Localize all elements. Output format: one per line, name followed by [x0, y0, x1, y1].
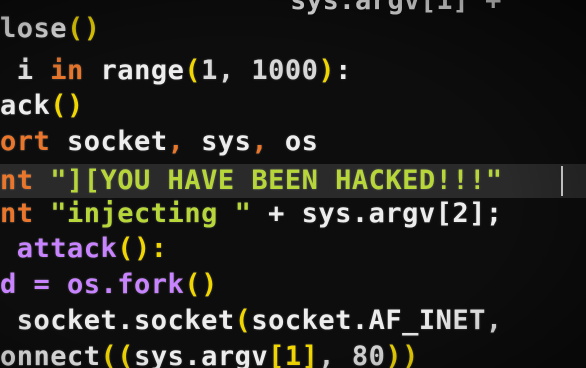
text-cursor — [561, 166, 563, 196]
code-token: ) — [318, 55, 336, 86]
code-token: "injecting " — [33, 198, 252, 229]
code-token: ack — [0, 90, 51, 121]
code-line[interactable]: ort socket, sys, os — [0, 125, 586, 159]
code-token: , 80 — [318, 341, 386, 368]
code-token: , — [251, 126, 269, 157]
code-token: nt — [0, 198, 34, 229]
code-token: (): — [117, 233, 168, 264]
code-line[interactable]: nt "][YOU HAVE BEEN HACKED!!!" — [0, 164, 586, 198]
code-token: : — [335, 55, 352, 86]
code-token: socket.AF_INET, — [251, 305, 503, 336]
code-token: ort — [0, 126, 51, 157]
code-line[interactable]: i in range(1, 1000): — [0, 54, 586, 88]
code-token: d = os.fork — [0, 269, 185, 300]
code-token: , — [167, 126, 185, 157]
code-token: 1, 1000 — [201, 55, 319, 86]
code-token: + sys.argv[2]; — [251, 198, 503, 229]
code-token: )) — [385, 341, 419, 368]
code-token: os — [268, 126, 319, 157]
code-token: onnect — [0, 341, 101, 368]
code-line[interactable]: d = os.fork() — [0, 268, 586, 302]
code-token: sys — [184, 126, 252, 157]
code-token: () — [67, 13, 101, 44]
code-line[interactable]: socket.socket(socket.AF_INET, — [0, 304, 586, 338]
code-token: () — [184, 269, 218, 300]
code-token: () — [50, 90, 84, 121]
code-token: i — [0, 55, 51, 86]
code-token: "][YOU HAVE BEEN HACKED!!!" — [33, 165, 503, 196]
code-token: ( — [184, 55, 202, 86]
code-line[interactable]: nt "injecting " + sys.argv[2]; — [0, 197, 586, 231]
code-token: nt — [0, 165, 34, 196]
code-line[interactable]: onnect((sys.argv[1], 80)) — [0, 340, 586, 368]
code-line[interactable]: lose() — [0, 12, 586, 46]
code-token: socket — [0, 305, 118, 336]
code-token: (( — [100, 341, 135, 368]
code-token: ( — [234, 305, 252, 336]
code-line[interactable]: attack(): — [0, 232, 586, 266]
code-token: .socket — [117, 305, 235, 336]
code-line[interactable]: ack() — [0, 89, 586, 123]
code-token: sys.argv — [134, 341, 269, 368]
code-token: range — [83, 55, 185, 86]
code-token: lose — [0, 13, 68, 44]
code-editor[interactable]: sys.argv[1] + lose() i in range(1, 1000)… — [0, 0, 586, 368]
code-token: in — [50, 55, 84, 86]
code-token: socket — [50, 126, 168, 157]
code-token: attack — [0, 233, 118, 264]
code-token: [1] — [268, 341, 319, 368]
